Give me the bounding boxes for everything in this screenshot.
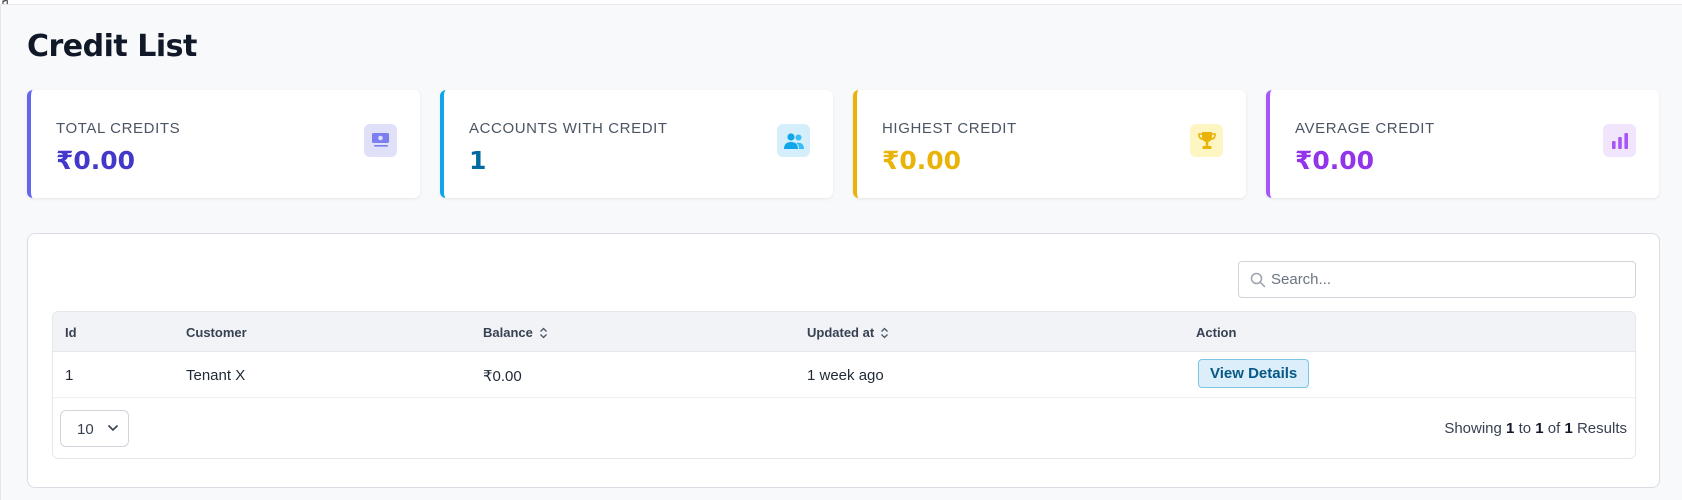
stat-card-average-credit: AVERAGE CREDIT ₹0.00 [1266,90,1659,198]
column-header-action: Action [1196,325,1237,340]
column-header-id: Id [65,325,77,340]
stat-value: ₹0.00 [882,146,962,175]
column-header-customer: Customer [186,325,247,340]
credit-table-panel: Id Customer Balance Updated at [27,233,1660,488]
stat-card-accounts-with-credit: ACCOUNTS WITH CREDIT 1 [440,90,833,198]
sort-icon[interactable] [880,327,889,339]
sort-icon[interactable] [539,327,548,339]
table-row: 1 Tenant X ₹0.00 1 week ago View Details [53,352,1635,398]
page-size-select[interactable]: 10 [60,410,129,447]
money-icon [364,124,397,157]
pagination-summary: Showing 1 to 1 of 1 Results [1444,420,1627,437]
credit-table: Id Customer Balance Updated at Action 1 … [52,311,1636,459]
stat-value: ₹0.00 [56,146,136,175]
stats-cards: TOTAL CREDITS ₹0.00 ACCOUNTS WITH CREDIT… [27,90,1660,198]
page-content: Credit List TOTAL CREDITS ₹0.00 ACCOUNTS… [0,4,1682,500]
cell-id: 1 [65,367,74,384]
stat-value: 1 [469,146,487,175]
search-box [1238,261,1636,298]
view-details-button[interactable]: View Details [1198,359,1310,388]
stat-card-highest-credit: HIGHEST CREDIT ₹0.00 [853,90,1246,198]
users-icon [777,124,810,157]
stat-label: AVERAGE CREDIT [1295,120,1435,137]
trophy-icon [1190,124,1223,157]
cell-customer: Tenant X [186,367,246,384]
chevron-down-icon [107,424,119,432]
search-input[interactable] [1271,262,1631,297]
column-header-balance[interactable]: Balance [483,325,548,340]
table-header: Id Customer Balance Updated at Action [53,312,1635,352]
cell-updated-at: 1 week ago [807,367,884,384]
stat-label: HIGHEST CREDIT [882,120,1017,137]
column-header-updated-at[interactable]: Updated at [807,325,889,340]
search-icon [1250,272,1266,288]
stat-label: ACCOUNTS WITH CREDIT [469,120,668,137]
bar-chart-icon [1603,124,1636,157]
stat-label: TOTAL CREDITS [56,120,181,137]
page-size-value: 10 [77,421,94,438]
stat-value: ₹0.00 [1295,146,1375,175]
stat-card-total-credits: TOTAL CREDITS ₹0.00 [27,90,420,198]
page-title: Credit List [27,29,197,64]
cell-balance: ₹0.00 [483,368,522,385]
